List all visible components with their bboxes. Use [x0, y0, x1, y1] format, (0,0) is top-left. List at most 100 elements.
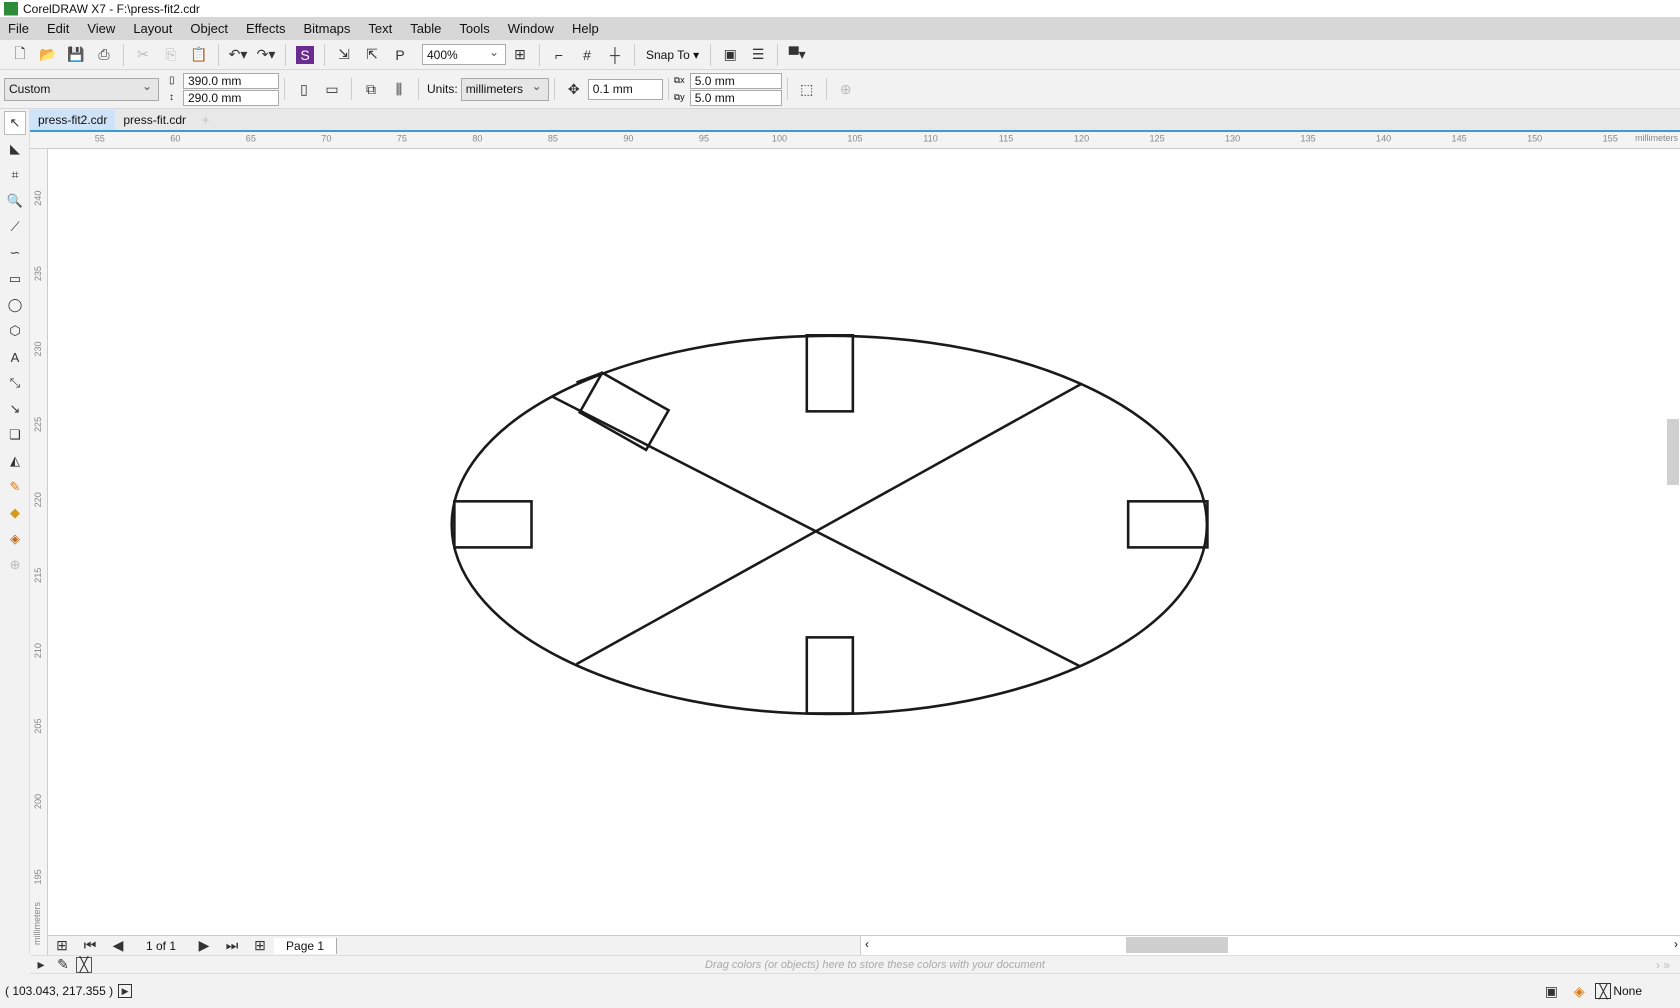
page-count: 1 of 1 — [146, 938, 177, 953]
current-page-icon[interactable]: ⫼ — [390, 80, 408, 98]
previous-page-icon[interactable]: ◀ — [109, 937, 127, 955]
drawing-canvas[interactable] — [48, 149, 1666, 935]
show-rulers-icon[interactable]: ⌐ — [550, 46, 568, 64]
palette-scroll-icon[interactable]: › » — [1656, 958, 1670, 972]
menu-file[interactable]: File — [8, 21, 29, 36]
scroll-right-icon[interactable]: › — [1674, 937, 1678, 951]
menu-help[interactable]: Help — [572, 21, 599, 36]
standard-toolbar: 🗋 📂 💾 ⎙ ✂ ⎘ 📋 ↶▾ ↷▾ S ⇲ ⇱ P 400% ⊞ ⌐ # ┼… — [0, 40, 1680, 70]
redo-icon[interactable]: ↷▾ — [257, 46, 276, 64]
horizontal-scrollbar-thumb[interactable] — [1126, 937, 1228, 953]
divider — [786, 78, 788, 100]
next-page-icon[interactable]: ▶ — [195, 937, 213, 955]
show-grid-icon[interactable]: # — [578, 46, 596, 64]
new-document-icon[interactable]: 🗋 — [11, 45, 29, 64]
undo-icon[interactable]: ↶▾ — [229, 46, 248, 64]
interactive-fill-icon[interactable]: ◆ — [4, 501, 26, 525]
menu-tools[interactable]: Tools — [459, 21, 489, 36]
vertical-ruler[interactable]: millimeters — [30, 149, 48, 955]
vertical-scrollbar-thumb[interactable] — [1667, 419, 1679, 485]
ellipse-tool-icon[interactable]: ◯ — [4, 293, 26, 317]
zoom-level-select[interactable]: 400% — [422, 44, 506, 65]
horizontal-ruler[interactable]: millimeters — [30, 130, 1680, 149]
add-page-after-icon[interactable]: ⊞ — [251, 937, 269, 955]
corel-connect-icon[interactable]: S — [296, 45, 314, 64]
crop-tool-icon[interactable]: ⌗ — [4, 163, 26, 187]
menu-view[interactable]: View — [87, 21, 115, 36]
save-icon[interactable]: 💾 — [67, 46, 85, 64]
import-icon[interactable]: ⇲ — [335, 46, 353, 64]
pick-tool-icon[interactable]: ↖ — [4, 111, 26, 135]
snap-to-dropdown[interactable]: Snap To ▾ — [646, 48, 699, 62]
page-height-input[interactable]: 290.0 mm — [183, 89, 279, 106]
tab-press-fit2[interactable]: press-fit2.cdr — [30, 110, 116, 130]
export-icon[interactable]: ⇱ — [363, 46, 381, 64]
connector-tool-icon[interactable]: ↘ — [4, 397, 26, 421]
paste-icon[interactable]: 📋 — [190, 46, 208, 64]
coreldraw-logo-icon — [4, 1, 18, 16]
full-screen-preview-icon[interactable]: ⊞ — [511, 46, 529, 64]
smart-fill-icon[interactable]: ◈ — [4, 527, 26, 551]
page-width-icon: ▯ — [169, 75, 175, 86]
publish-pdf-icon[interactable]: P — [391, 46, 409, 64]
quick-customize-icon[interactable]: ⊕ — [4, 553, 26, 577]
palette-expand-icon[interactable]: ▸ — [32, 956, 50, 974]
duplicate-distance-y-input[interactable]: 5.0 mm — [689, 89, 782, 106]
freehand-tool-icon[interactable]: ⟋ — [4, 215, 26, 239]
page-size-select[interactable]: Custom — [4, 77, 159, 101]
nudge-distance-input[interactable]: 0.1 mm — [587, 78, 663, 100]
no-color-swatch[interactable]: ╳ — [76, 956, 92, 973]
first-page-icon[interactable]: ⏮ — [81, 937, 99, 955]
fill-status: None — [1613, 984, 1642, 998]
zoom-tool-icon[interactable]: 🔍 — [4, 189, 26, 213]
color-proof-icon[interactable]: ▣ — [1542, 982, 1560, 1000]
polygon-tool-icon[interactable]: ⬡ — [4, 319, 26, 343]
page-width-input[interactable]: 390.0 mm — [183, 72, 279, 89]
page-tab-page-1[interactable]: Page 1 — [274, 937, 338, 954]
cut-icon[interactable]: ✂ — [134, 46, 152, 64]
divider — [634, 43, 635, 66]
units-select[interactable]: millimeters — [460, 77, 549, 101]
copy-icon[interactable]: ⎘ — [162, 46, 180, 64]
menu-text[interactable]: Text — [368, 21, 392, 36]
landscape-icon[interactable]: ▭ — [323, 80, 341, 98]
add-page-before-icon[interactable]: ⊞ — [53, 937, 71, 955]
rectangle-tool-icon[interactable]: ▭ — [4, 267, 26, 291]
all-pages-icon[interactable]: ⧉ — [362, 80, 380, 98]
tab-press-fit[interactable]: press-fit.cdr — [115, 110, 194, 130]
application-launcher-icon[interactable]: ▀▾ — [788, 46, 806, 64]
horizontal-scrollbar[interactable]: ‹ › — [860, 936, 1680, 955]
welcome-screen-icon[interactable]: ▣ — [721, 46, 739, 64]
text-tool-icon[interactable]: A — [4, 345, 26, 369]
menu-window[interactable]: Window — [508, 21, 554, 36]
drop-shadow-tool-icon[interactable]: ❏ — [4, 423, 26, 447]
menu-object[interactable]: Object — [190, 21, 228, 36]
scroll-left-icon[interactable]: ‹ — [865, 937, 869, 951]
treat-as-filled-icon[interactable]: ⬚ — [798, 80, 816, 98]
color-eyedropper-icon[interactable]: ✎ — [4, 475, 26, 499]
shape-tool-icon[interactable]: ◣ — [4, 137, 26, 161]
vertical-scrollbar[interactable] — [1666, 149, 1680, 935]
document-tabs: press-fit2.cdr press-fit.cdr + — [30, 109, 1680, 130]
page-navigator: ⊞ ⏮ ◀ 1 of 1 ▶ ⏭ ⊞ Page 1 ‹ › — [48, 935, 1680, 955]
status-expand-icon[interactable]: ▶ — [118, 984, 133, 998]
show-guidelines-icon[interactable]: ┼ — [606, 46, 624, 64]
dimension-tool-icon[interactable]: ⤡ — [4, 371, 26, 395]
last-page-icon[interactable]: ⏭ — [223, 937, 241, 955]
menu-bitmaps[interactable]: Bitmaps — [303, 21, 350, 36]
artistic-media-icon[interactable]: ∽ — [4, 241, 26, 265]
menu-effects[interactable]: Effects — [246, 21, 286, 36]
new-tab-icon[interactable]: + — [194, 110, 217, 130]
options-icon[interactable]: ☰ — [749, 46, 767, 64]
duplicate-distance-x-input[interactable]: 5.0 mm — [689, 72, 782, 89]
menu-layout[interactable]: Layout — [133, 21, 172, 36]
quick-customize-icon[interactable]: ⊕ — [837, 80, 855, 98]
transparency-tool-icon[interactable]: ◭ — [4, 449, 26, 473]
menu-edit[interactable]: Edit — [47, 21, 69, 36]
open-icon[interactable]: 📂 — [39, 46, 57, 64]
divider — [284, 78, 285, 100]
palette-eyedropper-icon[interactable]: ✎ — [54, 956, 72, 974]
print-icon[interactable]: ⎙ — [95, 46, 113, 64]
menu-table[interactable]: Table — [410, 21, 441, 36]
portrait-icon[interactable]: ▯ — [295, 80, 313, 98]
